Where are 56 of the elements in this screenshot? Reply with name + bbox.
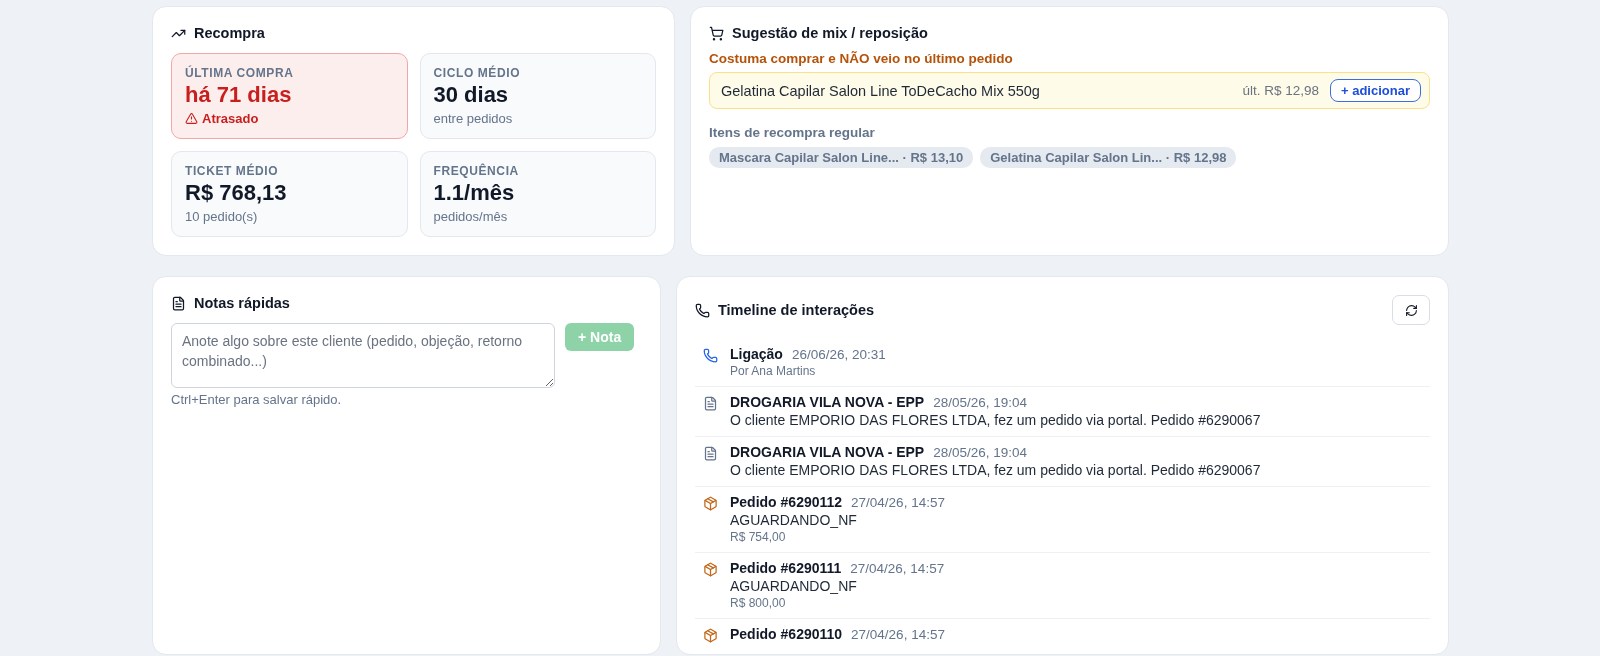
interaction-meta: R$ 754,00 — [730, 530, 787, 544]
metric-label: ÚLTIMA COMPRA — [185, 66, 295, 80]
interaction-title: DROGARIA VILA NOVA - EPP — [730, 444, 925, 460]
product-chip: Gelatina Capilar Salon Lin... · R$ 12,98 — [980, 147, 1237, 168]
metric-value: 1.1/mês — [433, 180, 516, 206]
phone-icon — [695, 302, 710, 318]
interaction-title: Ligação — [730, 346, 783, 362]
interaction-title: Pedido #6290112 — [730, 494, 843, 510]
metric-note: pedidos/mês — [433, 209, 508, 224]
interaction-text: O cliente EMPORIO DAS FLORES LTDA, fez um pedido via portal. Pedido #6290067 — [730, 412, 1261, 428]
interaction-text: AGUARDANDO_NF — [730, 578, 858, 594]
metric-value: há 71 dias — [185, 82, 293, 108]
interaction-time: 27/04/26, 14:57 — [850, 561, 945, 576]
note-input[interactable]: Anote algo sobre este cliente (pedido, objeção, retorno combinado...) — [171, 323, 555, 388]
interaction-time: 28/05/26, 19:04 — [933, 445, 1028, 460]
interaction-title: Pedido #6290111 — [730, 560, 842, 576]
refresh-icon — [1404, 303, 1418, 317]
document-icon — [703, 446, 718, 461]
hint-text: Ctrl+Enter para salvar rápido. — [171, 392, 343, 407]
interaction-text: AGUARDANDO_NF — [730, 512, 858, 528]
last-price: últ. R$ 12,98 — [1242, 83, 1319, 98]
card-title: Notas rápidas — [194, 295, 290, 311]
metric-note: Atrasado — [202, 111, 259, 126]
phone-icon — [703, 348, 718, 363]
interaction-time: 27/04/26, 14:57 — [851, 627, 945, 642]
refresh-button[interactable] — [1392, 295, 1430, 325]
box-icon — [703, 562, 718, 577]
card-title: Recompra — [194, 25, 265, 41]
box-icon — [703, 496, 718, 511]
cart-icon — [709, 25, 724, 41]
interaction-title: DROGARIA VILA NOVA - EPP — [730, 394, 925, 410]
document-icon — [171, 295, 186, 311]
regular-heading: Itens de recompra regular — [709, 125, 876, 140]
metric-value: R$ 768,13 — [185, 180, 288, 206]
interaction-time: 28/05/26, 19:04 — [933, 395, 1028, 410]
document-icon — [703, 396, 718, 411]
box-icon — [703, 628, 718, 643]
missing-heading: Costuma comprar e NÃO veio no último pedido — [709, 51, 1014, 66]
interaction-time: 27/04/26, 14:57 — [851, 495, 945, 510]
interaction-time: 26/06/26, 20:31 — [791, 347, 886, 362]
product-name: Gelatina Capilar Salon Line ToDeCacho Mix 550g — [721, 82, 1041, 99]
metric-label: CICLO MÉDIO — [433, 66, 522, 80]
interaction-title: Pedido #6290110 — [730, 626, 843, 642]
interaction-meta: Por Ana Martins — [730, 364, 817, 378]
card-title: Sugestão de mix / reposição — [732, 25, 928, 41]
metric-note: entre pedidos — [433, 111, 513, 126]
interaction-meta: R$ 800,00 — [730, 596, 787, 610]
metric-label: TICKET MÉDIO — [185, 164, 280, 178]
add-button[interactable]: + adicionar — [1330, 79, 1421, 102]
metric-label: FREQUÊNCIA — [433, 164, 520, 178]
interaction-text: O cliente EMPORIO DAS FLORES LTDA, fez um pedido via portal. Pedido #6290067 — [730, 462, 1261, 478]
warning-icon — [185, 112, 198, 125]
metric-value: 30 dias — [433, 82, 510, 108]
product-chip: Mascara Capilar Salon Line... · R$ 13,10 — [709, 147, 974, 168]
card-title: Timeline de interações — [718, 302, 875, 318]
metric-note: 10 pedido(s) — [185, 209, 258, 224]
